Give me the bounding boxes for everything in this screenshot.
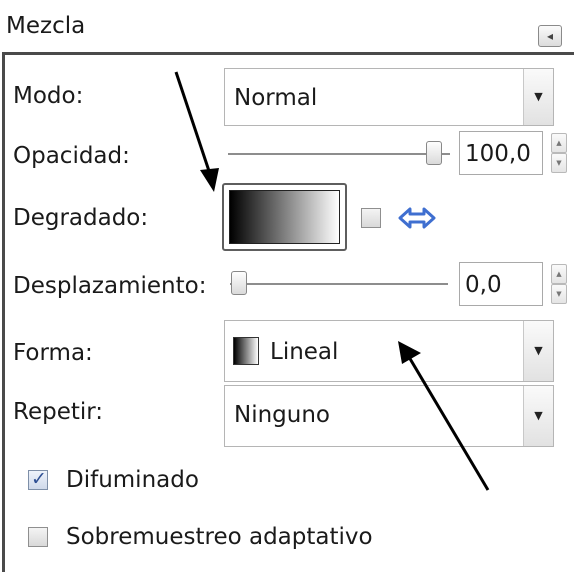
annotation-arrowhead-gradient <box>200 168 219 192</box>
annotation-arrow-gradient <box>174 71 212 175</box>
annotation-arrow-shape <box>407 356 490 491</box>
annotation-arrows <box>174 71 490 491</box>
